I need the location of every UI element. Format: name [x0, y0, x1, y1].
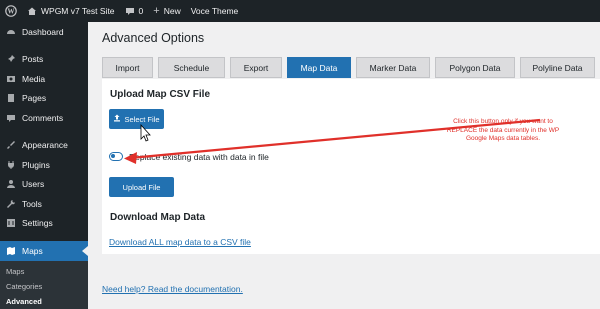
tab-import[interactable]: Import — [102, 57, 153, 78]
tab-bar: Import Schedule Export Map Data Marker D… — [102, 57, 595, 78]
pin-icon — [6, 54, 16, 64]
comments-link[interactable]: 0 — [120, 0, 149, 22]
sidebar-item-appearance[interactable]: Appearance — [0, 136, 88, 156]
sidebar-item-maps[interactable]: Maps — [0, 241, 88, 261]
wordpress-logo-icon[interactable]: W — [0, 0, 22, 22]
sidebar-item-settings[interactable]: Settings — [0, 214, 88, 234]
comment-icon — [6, 113, 16, 123]
dashboard-icon — [6, 27, 16, 37]
annotation-note: Click this button only if you want to RE… — [428, 118, 578, 144]
plus-icon: + — [153, 5, 160, 17]
sidebar-item-label: Appearance — [22, 140, 68, 151]
sidebar-item-users[interactable]: Users — [0, 175, 88, 195]
wrench-icon — [6, 199, 16, 209]
sidebar-item-label: Media — [22, 73, 46, 84]
sidebar-item-label: Posts — [22, 54, 44, 65]
map-data-panel: Upload Map CSV File Select File Replace … — [102, 79, 600, 254]
brush-icon — [6, 140, 16, 150]
sidebar-item-tools[interactable]: Tools — [0, 194, 88, 214]
home-icon — [27, 6, 37, 16]
sidebar-item-label: Settings — [22, 218, 53, 229]
submenu-item-categories[interactable]: Categories — [0, 279, 88, 294]
user-icon — [6, 179, 16, 189]
tab-schedule[interactable]: Schedule — [158, 57, 225, 78]
sidebar-item-posts[interactable]: Posts — [0, 50, 88, 70]
page-icon — [6, 93, 16, 103]
map-icon — [6, 246, 16, 256]
sidebar-item-plugins[interactable]: Plugins — [0, 155, 88, 175]
tab-polygon-data[interactable]: Polygon Data — [435, 57, 515, 78]
upload-heading: Upload Map CSV File — [110, 89, 211, 100]
theme-label: Voce Theme — [190, 6, 239, 16]
select-file-button[interactable]: Select File — [109, 109, 164, 129]
select-file-label: Select File — [124, 114, 160, 124]
upload-file-button[interactable]: Upload File — [109, 177, 174, 197]
sidebar-item-media[interactable]: Media — [0, 69, 88, 89]
sidebar-item-label: Comments — [22, 112, 64, 123]
comments-count: 0 — [138, 6, 144, 16]
admin-bar: W WPGM v7 Test Site 0 + New Voce Theme — [0, 0, 600, 22]
settings-icon — [6, 218, 16, 228]
sidebar-item-label: Maps — [22, 245, 43, 256]
site-name-link[interactable]: WPGM v7 Test Site — [22, 0, 120, 22]
download-csv-link[interactable]: Download ALL map data to a CSV file — [109, 237, 251, 247]
replace-data-label: Replace existing data with data in file — [129, 152, 269, 162]
sidebar-item-label: Tools — [22, 198, 42, 209]
sidebar-item-pages[interactable]: Pages — [0, 89, 88, 109]
upload-icon — [113, 114, 121, 124]
tab-export[interactable]: Export — [230, 57, 282, 78]
help-documentation-link[interactable]: Need help? Read the documentation. — [102, 284, 243, 294]
admin-sidebar: Dashboard Posts Media Pages Comments App… — [0, 22, 88, 309]
tab-polyline-data[interactable]: Polyline Data — [520, 57, 595, 78]
theme-link[interactable]: Voce Theme — [186, 0, 244, 22]
download-heading: Download Map Data — [110, 212, 206, 223]
media-icon — [6, 74, 16, 84]
site-name: WPGM v7 Test Site — [41, 6, 115, 16]
sidebar-item-dashboard[interactable]: Dashboard — [0, 22, 88, 42]
new-content-link[interactable]: + New — [148, 0, 185, 22]
replace-data-toggle[interactable] — [109, 152, 123, 161]
tab-map-data[interactable]: Map Data — [287, 57, 351, 78]
annotation-line: Google Maps data tables. — [465, 135, 541, 142]
maps-submenu: Maps Categories Advanced — [0, 260, 88, 309]
annotation-line: REPLACE the data currently in the WP — [446, 126, 560, 134]
svg-text:W: W — [8, 8, 15, 16]
sidebar-item-label: Dashboard — [22, 26, 64, 37]
sidebar-item-label: Pages — [22, 93, 47, 104]
comment-bubble-icon — [125, 6, 135, 16]
annotation-line: Click this button only if you want to — [453, 118, 553, 125]
page-title: Advanced Options — [102, 31, 205, 45]
submenu-item-advanced[interactable]: Advanced — [0, 294, 88, 309]
sidebar-item-label: Users — [22, 179, 45, 190]
submenu-item-maps[interactable]: Maps — [0, 264, 88, 279]
sidebar-item-label: Plugins — [22, 159, 50, 170]
tab-marker-data[interactable]: Marker Data — [356, 57, 430, 78]
plug-icon — [6, 160, 16, 170]
sidebar-item-comments[interactable]: Comments — [0, 108, 88, 128]
new-label: New — [163, 6, 181, 16]
